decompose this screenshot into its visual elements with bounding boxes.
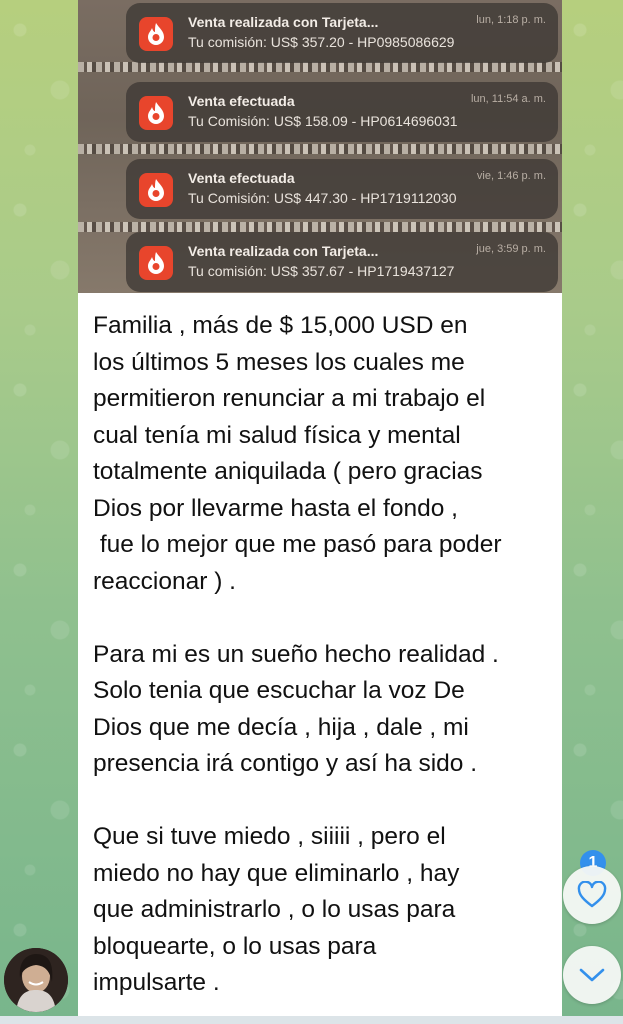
notification-body: Tu comisión: US$ 357.67 - HP1719437127	[188, 263, 455, 279]
image-divider	[78, 144, 562, 154]
heart-icon	[577, 881, 607, 908]
image-divider	[78, 62, 562, 72]
image-divider	[78, 222, 562, 232]
chevron-down-icon	[579, 968, 605, 982]
notification-time: vie, 1:46 p. m.	[476, 170, 546, 182]
screenshot-image[interactable]: Venta realizada con Tarjeta... lun, 1:18…	[78, 0, 562, 293]
notification-body: Tu Comisión: US$ 447.30 - HP1719112030	[188, 190, 457, 206]
notification-card: Venta realizada con Tarjeta... jue, 3:59…	[126, 232, 558, 292]
message-text: Familia , más de $ 15,000 USD en los últ…	[93, 312, 502, 996]
notification-card: Venta efectuada lun, 11:54 a. m. Tu Comi…	[126, 82, 558, 142]
notification-body: Tu Comisión: US$ 158.09 - HP0614696031	[188, 113, 458, 129]
flame-app-icon	[139, 173, 173, 207]
notification-card: Venta realizada con Tarjeta... lun, 1:18…	[126, 3, 558, 63]
reactions-button[interactable]	[563, 866, 621, 924]
avatar-photo-icon	[4, 948, 68, 1012]
notification-time: lun, 1:18 p. m.	[476, 14, 546, 26]
notification-title: Venta efectuada	[188, 93, 295, 109]
notification-time: jue, 3:59 p. m.	[476, 243, 546, 255]
notification-title: Venta realizada con Tarjeta...	[188, 14, 379, 30]
notification-card: Venta efectuada vie, 1:46 p. m. Tu Comis…	[126, 159, 558, 219]
flame-app-icon	[139, 17, 173, 51]
notification-title: Venta efectuada	[188, 170, 295, 186]
avatar[interactable]	[4, 948, 68, 1012]
notification-title: Venta realizada con Tarjeta...	[188, 243, 379, 259]
notification-time: lun, 11:54 a. m.	[470, 93, 546, 105]
flame-app-icon	[139, 246, 173, 280]
notification-body: Tu comisión: US$ 357.20 - HP0985086629	[188, 34, 455, 50]
scroll-down-button[interactable]	[563, 946, 621, 1004]
flame-app-icon	[139, 96, 173, 130]
bottom-bar	[0, 1016, 623, 1024]
message-bubble[interactable]: Venta realizada con Tarjeta... lun, 1:18…	[78, 0, 562, 1016]
